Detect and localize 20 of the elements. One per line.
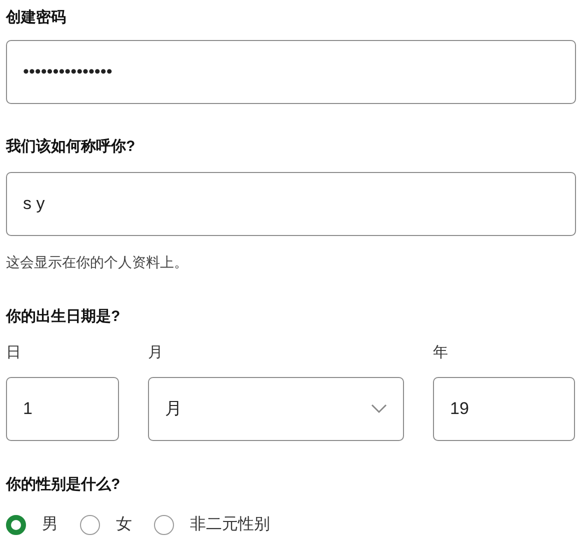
field-label: 年 [433, 343, 449, 363]
radio-label: 非二元性别 [190, 514, 270, 534]
input-field[interactable]: 1 [6, 376, 119, 440]
input-field[interactable]: 19 [433, 376, 575, 440]
radio-label: 男 [42, 514, 58, 534]
chevron-down-icon [371, 404, 387, 414]
field-label: 你的出生日期是? [6, 307, 122, 327]
field-label: 我们该如何称呼你? [6, 137, 136, 157]
input-field[interactable]: 月 [148, 376, 404, 440]
radio-label: 女 [116, 514, 132, 534]
field-label: 创建密码 [6, 8, 67, 28]
helper-text: 这会显示在你的个人资料上。 [6, 253, 189, 272]
radio-button[interactable] [154, 514, 174, 534]
field-label: 日 [6, 343, 22, 363]
radio-button[interactable] [80, 514, 100, 534]
input-field[interactable]: ••••••••••••••• [6, 40, 576, 104]
field-label: 你的性别是什么? [6, 474, 122, 494]
input-field[interactable]: s y [6, 172, 576, 236]
field-label: 月 [148, 343, 164, 363]
radio-button[interactable] [6, 514, 26, 534]
